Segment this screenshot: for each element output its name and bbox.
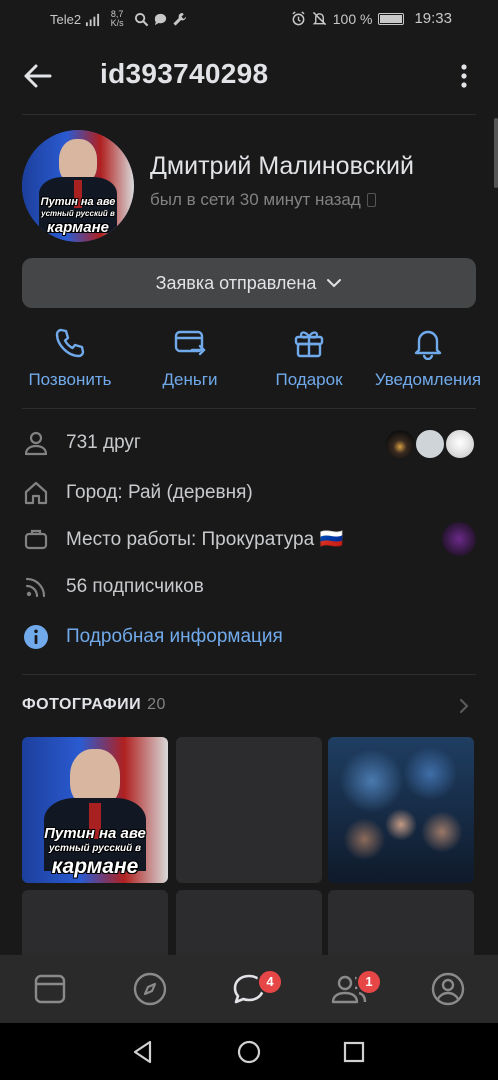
home-circle-icon[interactable] <box>236 1039 262 1065</box>
wrench-icon <box>173 12 187 26</box>
money-action[interactable]: Деньги <box>125 326 255 390</box>
compass-icon[interactable] <box>132 971 168 1007</box>
photos-header[interactable]: ФОТОГРАФИИ 20 <box>22 696 166 714</box>
gift-icon <box>294 331 324 358</box>
photos-count: 20 <box>147 696 166 713</box>
city-text: Город: Рай (деревня) <box>66 482 253 503</box>
photo-caption-line2: устный русский в <box>48 843 142 854</box>
profile-avatar[interactable]: Путин на аве устный русский в кармане <box>22 130 134 242</box>
notifications-label: Уведомления <box>374 370 482 389</box>
chevron-down-icon <box>327 279 342 288</box>
city-row: Город: Рай (деревня) <box>22 478 476 508</box>
gift-label: Подарок <box>275 370 343 389</box>
photo-thumbnail[interactable] <box>328 737 474 883</box>
avatar-caption-line3: кармане <box>47 219 109 236</box>
money-card-icon <box>174 330 206 356</box>
details-link[interactable]: Подробная информация <box>66 626 283 648</box>
photo-thumbnail[interactable] <box>176 737 322 883</box>
battery-percent: 100 % <box>332 10 373 27</box>
divider <box>22 114 476 115</box>
bottom-navigation: 4 1 <box>0 955 498 1023</box>
chevron-right-icon[interactable] <box>456 696 472 716</box>
battery-icon <box>378 12 405 25</box>
followers-row[interactable]: 56 подписчиков <box>22 572 476 602</box>
carrier-name: Tele2 <box>50 11 82 27</box>
page-title: id393740298 <box>100 58 269 89</box>
followers-count: 56 подписчиков <box>66 576 204 597</box>
friend-avatar <box>384 428 416 460</box>
friend-avatar <box>444 428 476 460</box>
phone-icon <box>55 328 85 358</box>
gift-action[interactable]: Подарок <box>244 326 374 390</box>
friend-request-label: Заявка отправлена <box>155 272 317 293</box>
top-app-bar: id393740298 <box>0 50 498 102</box>
notifications-action[interactable]: Уведомления <box>363 326 493 390</box>
mobile-phone-icon <box>366 193 376 207</box>
avatar-caption-line2: устный русский в <box>41 209 115 218</box>
divider <box>22 674 476 675</box>
profile-name: Дмитрий Малиновский <box>150 152 414 180</box>
muted-bell-icon <box>312 11 327 26</box>
friends-count: 731 друг <box>66 432 141 453</box>
search-icon <box>135 12 149 26</box>
divider <box>22 408 476 409</box>
back-triangle-icon[interactable] <box>130 1039 156 1065</box>
battery-level <box>380 14 403 23</box>
last-seen-status: был в сети 30 минут назад <box>150 190 376 210</box>
photo-caption-line3: кармане <box>51 855 139 878</box>
status-bar: Tele2 8,7 K/s 100 % 19:33 <box>0 0 498 38</box>
home-icon <box>24 481 48 505</box>
camera-icon <box>414 428 446 460</box>
clock: 19:33 <box>414 10 452 27</box>
avatar-caption-line1: Путин на аве <box>40 196 116 208</box>
money-label: Деньги <box>162 370 218 389</box>
bell-icon <box>414 330 442 360</box>
system-navigation-bar <box>0 1023 498 1080</box>
profile-icon[interactable] <box>430 971 466 1007</box>
details-row[interactable]: Подробная информация <box>22 622 476 652</box>
workplace-logo[interactable] <box>442 522 476 556</box>
photos-title: ФОТОГРАФИИ <box>22 696 142 713</box>
chat-bubble-icon <box>154 13 167 25</box>
news-feed-icon[interactable] <box>32 971 68 1007</box>
alarm-icon <box>292 11 305 26</box>
signal-icon <box>86 13 100 26</box>
photo-thumbnail[interactable]: Путин на аве устный русский в кармане <box>22 737 168 883</box>
call-action[interactable]: Позвонить <box>5 326 135 390</box>
friend-request-button[interactable]: Заявка отправлена <box>22 258 476 308</box>
work-text: Место работы: Прокуратура 🇷🇺 <box>66 529 344 550</box>
network-speed: 8,7 K/s <box>110 9 124 28</box>
friends-badge: 1 <box>356 969 382 995</box>
scrollbar[interactable] <box>494 118 498 188</box>
rss-icon <box>25 577 46 598</box>
messages-badge: 4 <box>257 969 283 995</box>
photo-caption-line1: Путин на аве <box>44 825 146 842</box>
work-row[interactable]: Место работы: Прокуратура 🇷🇺 <box>22 524 476 554</box>
back-arrow-icon[interactable] <box>22 62 54 90</box>
recents-square-icon[interactable] <box>341 1039 367 1065</box>
info-icon <box>24 625 48 649</box>
user-icon <box>24 431 48 456</box>
more-options-icon[interactable] <box>452 62 476 90</box>
call-label: Позвонить <box>28 370 112 389</box>
briefcase-icon <box>24 529 48 550</box>
